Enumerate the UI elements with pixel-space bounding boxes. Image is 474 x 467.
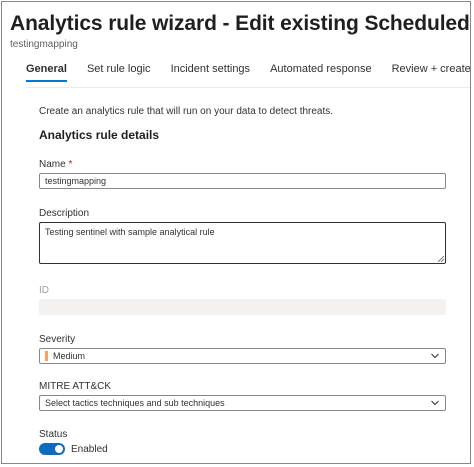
name-input[interactable] bbox=[39, 173, 446, 189]
resize-grip-icon[interactable] bbox=[438, 256, 444, 262]
tab-incident-settings[interactable]: Incident settings bbox=[171, 56, 251, 86]
required-mark: * bbox=[68, 159, 73, 170]
mitre-dropdown[interactable]: Select tactics techniques and sub techni… bbox=[39, 395, 446, 411]
tab-automated-response[interactable]: Automated response bbox=[270, 56, 372, 86]
description-label: Description bbox=[39, 208, 90, 219]
section-title: Analytics rule details bbox=[39, 128, 160, 142]
status-row: Enabled bbox=[39, 443, 446, 455]
chevron-down-icon bbox=[431, 353, 439, 359]
header: Analytics rule wizard - Edit existing Sc… bbox=[10, 8, 470, 50]
page-title: Analytics rule wizard - Edit existing Sc… bbox=[10, 12, 471, 35]
chevron-down-icon bbox=[431, 400, 439, 406]
status-label: Status bbox=[39, 429, 68, 440]
id-input bbox=[39, 299, 446, 315]
tabs-divider bbox=[26, 87, 470, 88]
severity-dropdown[interactable]: Medium bbox=[39, 348, 446, 364]
tab-general[interactable]: General bbox=[26, 56, 67, 86]
id-label: ID bbox=[39, 285, 49, 296]
name-label: Name * bbox=[39, 159, 73, 170]
wizard-tabs: General Set rule logic Incident settings… bbox=[26, 56, 470, 88]
tab-set-rule-logic[interactable]: Set rule logic bbox=[87, 56, 151, 86]
severity-label: Severity bbox=[39, 334, 76, 345]
mitre-label: MITRE ATT&CK bbox=[39, 381, 112, 392]
severity-value: Medium bbox=[53, 351, 86, 361]
description-wrapper: Testing sentinel with sample analytical … bbox=[39, 222, 446, 264]
intro-text: Create an analytics rule that will run o… bbox=[39, 106, 334, 117]
title-row: Analytics rule wizard - Edit existing Sc… bbox=[10, 8, 470, 40]
description-textarea[interactable]: Testing sentinel with sample analytical … bbox=[39, 222, 446, 264]
general-form: Create an analytics rule that will run o… bbox=[39, 106, 446, 455]
severity-color-marker bbox=[45, 351, 48, 361]
status-toggle[interactable] bbox=[39, 443, 65, 455]
page-subtitle: testingmapping bbox=[10, 39, 78, 50]
tab-review-create[interactable]: Review + create bbox=[392, 56, 470, 86]
status-value: Enabled bbox=[71, 443, 108, 455]
mitre-placeholder: Select tactics techniques and sub techni… bbox=[45, 398, 225, 408]
wizard-panel: Analytics rule wizard - Edit existing Sc… bbox=[1, 1, 471, 464]
toggle-knob bbox=[55, 445, 63, 453]
